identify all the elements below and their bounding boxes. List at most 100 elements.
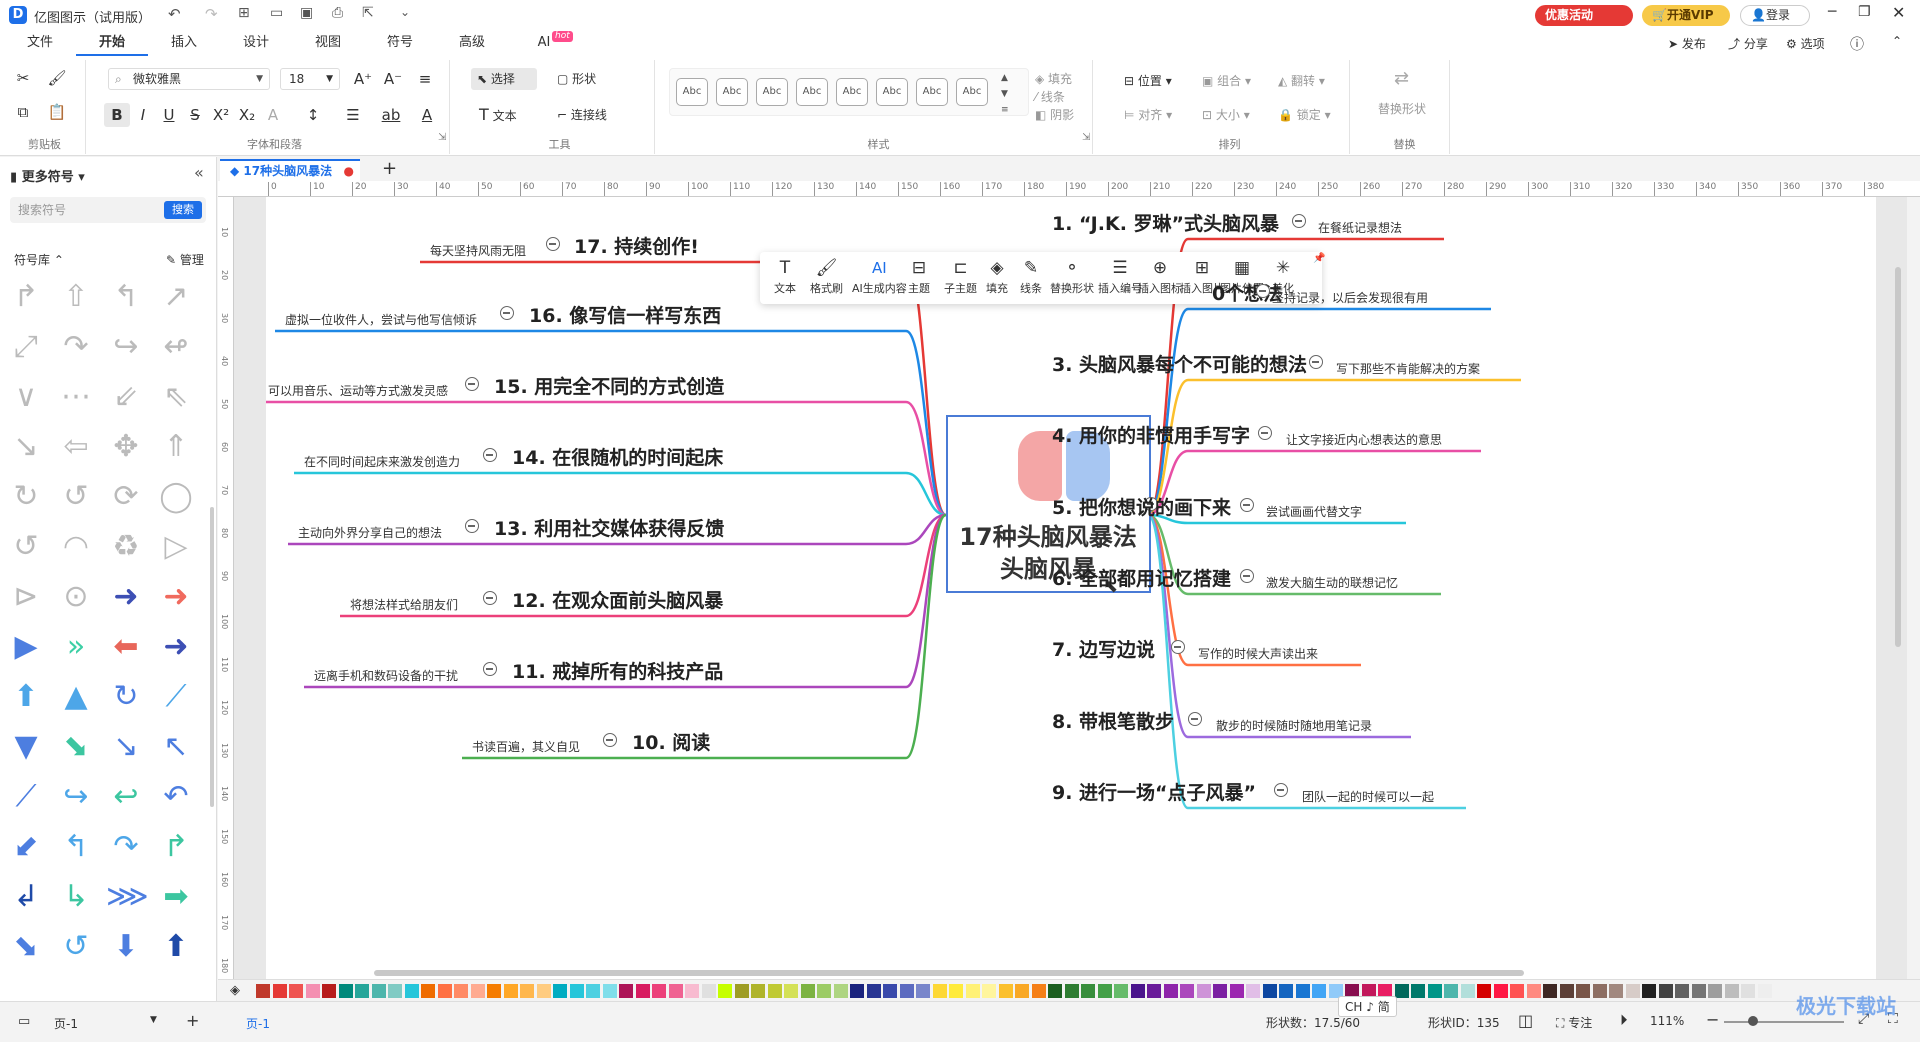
color-swatch[interactable]: [965, 984, 980, 998]
symbol-shape-icon[interactable]: ⋯: [56, 377, 96, 417]
undo-icon[interactable]: ↶: [168, 5, 181, 23]
focus-button[interactable]: ⛶ 专注: [1556, 1014, 1592, 1031]
float-toolbar-button[interactable]: ⊏ 子主题: [944, 256, 977, 296]
flip-button[interactable]: ◭ 翻转 ▾: [1278, 70, 1325, 92]
symbol-shape-icon[interactable]: ⟋: [156, 677, 196, 717]
color-swatch[interactable]: [817, 984, 831, 998]
color-swatch[interactable]: [1724, 984, 1739, 998]
color-swatch[interactable]: [1114, 984, 1128, 998]
tab-advanced[interactable]: 高级: [436, 30, 508, 56]
customize-icon[interactable]: ⌄: [400, 5, 410, 19]
symbol-shape-icon[interactable]: ↶: [156, 777, 196, 817]
paste-icon[interactable]: 📋: [44, 100, 70, 124]
symbol-shape-icon[interactable]: ↰: [56, 827, 96, 867]
color-swatch[interactable]: [1625, 984, 1640, 998]
style-sample[interactable]: Abc: [716, 78, 748, 106]
collapse-icon[interactable]: [1309, 355, 1323, 369]
color-swatch[interactable]: [1543, 984, 1557, 998]
topic-right[interactable]: 7. 边写边说: [1052, 635, 1155, 662]
symbol-shape-icon[interactable]: ↺: [56, 477, 96, 517]
minimize-icon[interactable]: ─: [1828, 4, 1836, 20]
tab-symbol[interactable]: 符号: [364, 30, 436, 56]
collapse-icon[interactable]: [483, 448, 497, 462]
symbol-shape-icon[interactable]: ⟳: [106, 477, 146, 517]
color-swatch[interactable]: [916, 984, 930, 998]
symbol-shape-icon[interactable]: ↩: [106, 777, 146, 817]
color-swatch[interactable]: [256, 984, 270, 998]
color-swatch[interactable]: [437, 984, 452, 998]
color-swatch[interactable]: [982, 984, 996, 998]
manage-button[interactable]: ✎ 管理: [166, 251, 204, 268]
symbol-shape-icon[interactable]: ↲: [6, 877, 46, 917]
color-swatch[interactable]: [272, 984, 287, 998]
bullets-icon[interactable]: ☰: [340, 103, 366, 127]
symbol-shape-icon[interactable]: ⬊: [56, 727, 96, 767]
export-icon[interactable]: ⇱: [362, 5, 374, 21]
symbol-shape-icon[interactable]: ⬅: [106, 627, 146, 667]
symbol-shape-icon[interactable]: ⊳: [6, 577, 46, 617]
fill-bucket-icon[interactable]: ◈: [230, 983, 240, 998]
format-painter-icon[interactable]: 🖌: [44, 66, 70, 90]
color-swatch[interactable]: [1081, 984, 1095, 998]
float-toolbar-button[interactable]: ☰ 插入编号: [1098, 256, 1142, 296]
topic-right[interactable]: 5. 把你想说的画下来: [1052, 493, 1231, 520]
symbol-shape-icon[interactable]: ⋙: [106, 877, 149, 917]
layers-icon[interactable]: ◫: [1518, 1011, 1533, 1030]
float-toolbar-button[interactable]: ◈ 填充: [986, 256, 1008, 296]
color-swatch[interactable]: [421, 984, 435, 998]
style-sample[interactable]: Abc: [756, 78, 788, 106]
color-swatch[interactable]: [454, 984, 468, 998]
style-sample[interactable]: Abc: [916, 78, 948, 106]
symbol-shape-icon[interactable]: ⇧: [56, 277, 96, 317]
symbol-shape-icon[interactable]: ◯: [156, 477, 196, 517]
highlight-icon[interactable]: ab: [378, 103, 404, 127]
share-button[interactable]: ⤴ 分享: [1728, 35, 1768, 52]
collapse-icon[interactable]: [483, 662, 497, 676]
collapse-ribbon-icon[interactable]: ⌃: [1892, 34, 1902, 48]
symbol-shape-icon[interactable]: ↗: [156, 277, 196, 317]
symbol-shape-icon[interactable]: ⬋: [6, 827, 46, 867]
symbol-shape-icon[interactable]: ➜: [156, 627, 196, 667]
color-swatch[interactable]: [1576, 984, 1590, 998]
color-swatch[interactable]: [619, 984, 633, 998]
font-color-icon[interactable]: A: [414, 103, 440, 127]
group-button[interactable]: ▣ 组合 ▾: [1202, 70, 1251, 92]
new-icon[interactable]: ⊞: [238, 5, 250, 21]
color-swatch[interactable]: [1526, 984, 1541, 998]
zoom-slider[interactable]: [1724, 1021, 1844, 1023]
symbol-shape-icon[interactable]: ↳: [56, 877, 96, 917]
color-swatch[interactable]: [1048, 984, 1062, 998]
gallery-scroll-icon[interactable]: ▲ ▼ ≡: [1001, 70, 1009, 118]
symbol-shape-icon[interactable]: ↷: [106, 827, 146, 867]
color-swatch[interactable]: [470, 984, 485, 998]
color-swatch[interactable]: [1609, 984, 1623, 998]
symbol-shape-icon[interactable]: ✥: [106, 427, 146, 467]
symbol-shape-icon[interactable]: ↺: [56, 927, 96, 967]
symbol-shape-icon[interactable]: ⇖: [156, 377, 196, 417]
vip-button[interactable]: 🛒开通VIP: [1642, 5, 1730, 26]
color-swatch[interactable]: [1493, 984, 1508, 998]
color-swatch[interactable]: [520, 984, 534, 998]
float-toolbar-button[interactable]: ⊕ 插入图标: [1138, 256, 1182, 296]
color-swatch[interactable]: [1658, 984, 1673, 998]
help-icon[interactable]: ⓘ: [1850, 34, 1864, 54]
color-swatch[interactable]: [1064, 984, 1079, 998]
symbol-shape-icon[interactable]: ▲: [56, 677, 96, 717]
color-swatch[interactable]: [866, 984, 881, 998]
float-toolbar-button[interactable]: 🖌 格式刷: [810, 256, 843, 296]
topic-right[interactable]: 1. “J.K. 罗琳”式头脑风暴: [1052, 209, 1279, 236]
symbol-shape-icon[interactable]: ↪: [106, 327, 146, 367]
color-swatch[interactable]: [899, 984, 914, 998]
color-swatch[interactable]: [1279, 984, 1293, 998]
grow-font-icon[interactable]: A⁺: [350, 67, 376, 91]
topic-right[interactable]: 8. 带根笔散步: [1052, 707, 1174, 734]
color-swatch[interactable]: [1691, 984, 1706, 998]
color-swatch[interactable]: [652, 984, 666, 998]
underline-icon[interactable]: U: [156, 103, 182, 127]
topic-left[interactable]: 17. 持续创作!: [574, 232, 699, 259]
color-swatch[interactable]: [371, 984, 386, 998]
topic-left[interactable]: 16. 像写信一样写东西: [529, 301, 721, 328]
font-size-select[interactable]: 18 ▼: [280, 68, 340, 90]
tab-ai[interactable]: AI hot: [508, 30, 580, 56]
topic-right[interactable]: 6. 全部都用记忆搭建: [1052, 564, 1231, 591]
